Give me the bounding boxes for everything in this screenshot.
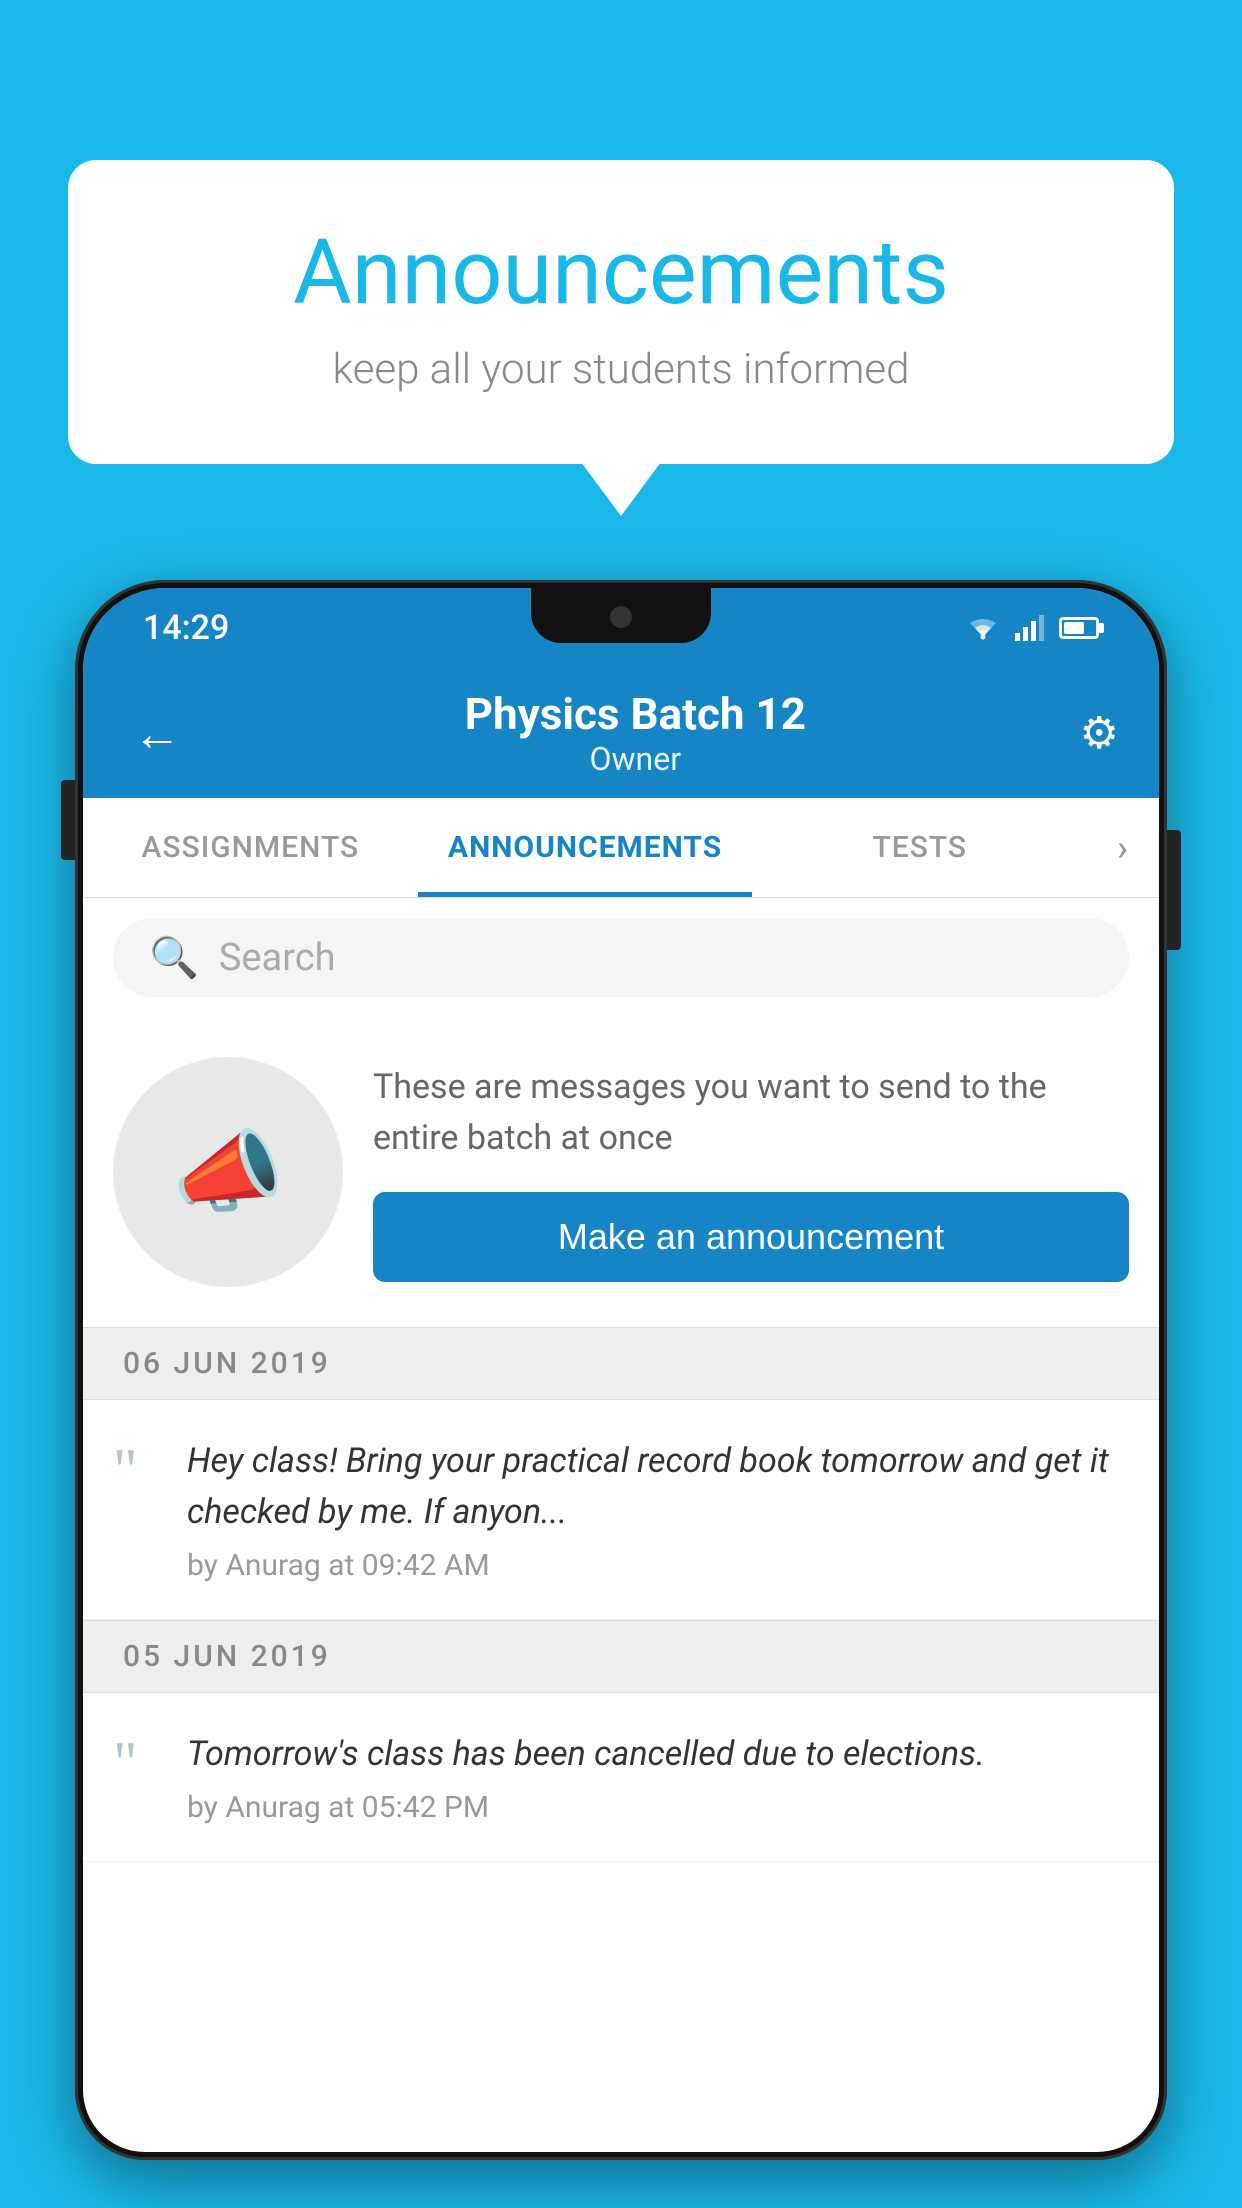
promo-description: These are messages you want to send to t… (373, 1062, 1129, 1164)
announcement-content-1: Hey class! Bring your practical record b… (187, 1436, 1129, 1583)
batch-role: Owner (465, 740, 806, 778)
speech-bubble-subtitle: keep all your students informed (148, 345, 1094, 394)
quote-icon-1: " (113, 1440, 163, 1500)
camera-notch (610, 606, 632, 628)
tab-assignments[interactable]: ASSIGNMENTS (83, 798, 418, 897)
promo-icon-circle: 📣 (113, 1057, 343, 1287)
back-button[interactable]: ← (123, 695, 191, 772)
settings-icon[interactable]: ⚙ (1080, 707, 1119, 759)
make-announcement-button[interactable]: Make an announcement (373, 1192, 1129, 1282)
promo-area: 📣 These are messages you want to send to… (83, 1017, 1159, 1327)
search-icon: 🔍 (149, 934, 199, 981)
status-bar: 14:29 (83, 588, 1159, 668)
speech-bubble: Announcements keep all your students inf… (68, 160, 1174, 464)
date-separator-2: 05 JUN 2019 (83, 1620, 1159, 1693)
announcement-content-2: Tomorrow's class has been cancelled due … (187, 1729, 1129, 1825)
date-separator-1: 06 JUN 2019 (83, 1327, 1159, 1400)
promo-right: These are messages you want to send to t… (373, 1062, 1129, 1282)
announcement-item-1[interactable]: " Hey class! Bring your practical record… (83, 1400, 1159, 1620)
wifi-icon (965, 615, 1001, 641)
status-icons (965, 615, 1099, 641)
status-time: 14:29 (143, 608, 229, 648)
tabs-bar: ASSIGNMENTS ANNOUNCEMENTS TESTS › (83, 798, 1159, 898)
megaphone-icon: 📣 (172, 1120, 284, 1225)
phone-wrapper: 14:29 (75, 580, 1167, 2208)
speech-bubble-container: Announcements keep all your students inf… (68, 160, 1174, 464)
header-title-area: Physics Batch 12 Owner (465, 688, 806, 778)
tab-announcements[interactable]: ANNOUNCEMENTS (418, 798, 753, 897)
announcement-text-1: Hey class! Bring your practical record b… (187, 1436, 1129, 1538)
announcement-meta-1: by Anurag at 09:42 AM (187, 1548, 1129, 1583)
search-placeholder: Search (219, 936, 336, 980)
batch-title: Physics Batch 12 (465, 688, 806, 740)
app-header: ← Physics Batch 12 Owner ⚙ (83, 668, 1159, 798)
tab-tests[interactable]: TESTS (752, 798, 1087, 897)
announcement-item-2[interactable]: " Tomorrow's class has been cancelled du… (83, 1693, 1159, 1862)
quote-icon-2: " (113, 1733, 163, 1793)
announcement-meta-2: by Anurag at 05:42 PM (187, 1790, 1129, 1825)
announcement-text-2: Tomorrow's class has been cancelled due … (187, 1729, 1129, 1780)
phone-screen: 14:29 (83, 588, 1159, 2152)
phone-frame: 14:29 (75, 580, 1167, 2160)
notch (531, 588, 711, 643)
signal-icon (1015, 615, 1045, 641)
search-container: 🔍 Search (83, 898, 1159, 1017)
battery-icon (1059, 617, 1099, 639)
speech-bubble-title: Announcements (148, 220, 1094, 325)
tab-more[interactable]: › (1087, 798, 1159, 897)
search-bar[interactable]: 🔍 Search (113, 918, 1129, 997)
